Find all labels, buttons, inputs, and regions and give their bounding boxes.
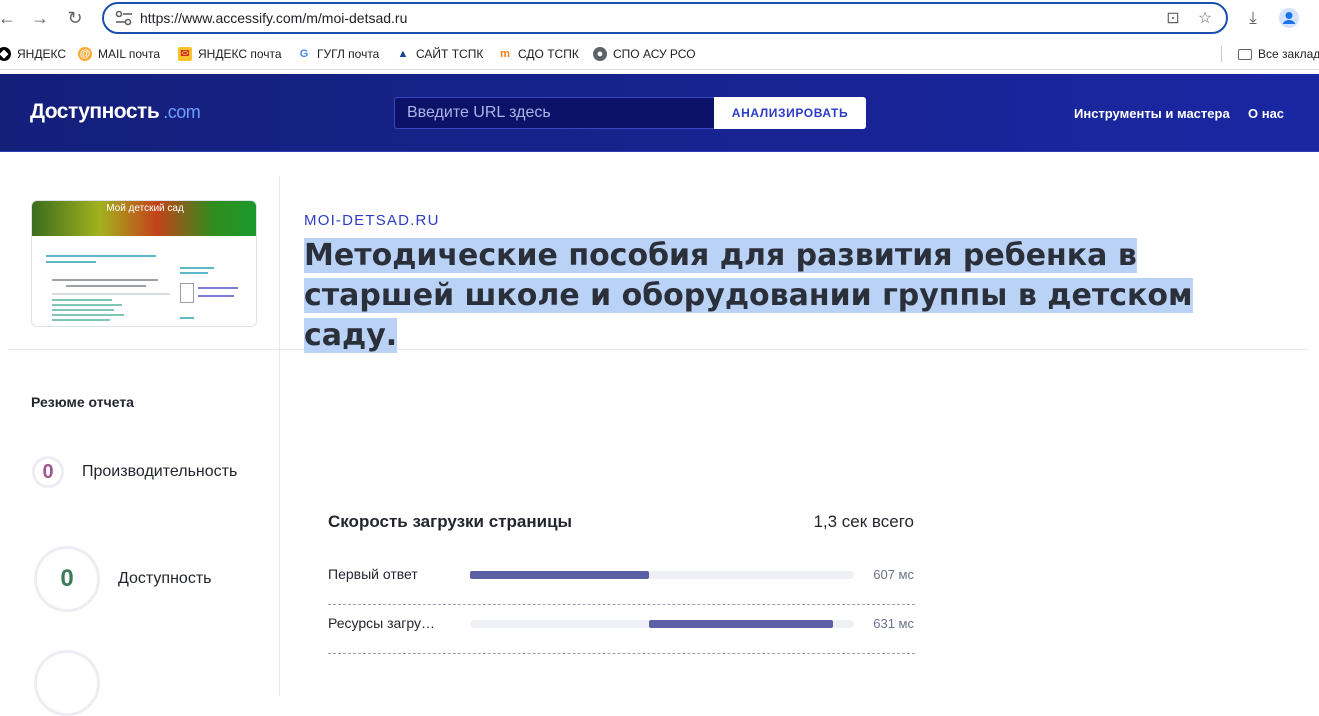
envelope-icon: ✉ [178, 47, 192, 61]
divider [1221, 46, 1222, 62]
summary-sidebar: Резюме отчета 0 Производительность 0 Дос… [8, 350, 280, 716]
speed-row-label: Ресурсы загру… [328, 615, 436, 631]
reload-icon[interactable]: ↻ [62, 6, 88, 30]
bookmark-label: ГУГЛ почта [317, 47, 380, 61]
site-settings-icon[interactable] [114, 9, 134, 27]
moodle-icon: m [500, 48, 510, 60]
speed-row[interactable]: Ресурсы загру… 631 мс [328, 605, 915, 654]
speed-row-value: 607 мс [873, 567, 914, 582]
thumbnail-column: Мой детский сад [8, 176, 280, 350]
page-title: Методические пособия для развития ребенк… [304, 236, 1294, 356]
profile-icon[interactable] [1277, 6, 1301, 30]
triangle-logo-icon: ▲ [397, 48, 409, 60]
bookmark-site-tspk[interactable]: ▲ САЙТ ТСПК [396, 45, 484, 63]
all-bookmarks-label: Все заклад [1258, 47, 1319, 61]
site-thumbnail[interactable]: Мой детский сад [31, 200, 257, 327]
speed-row-label: Первый ответ [328, 566, 418, 582]
back-icon[interactable]: ← [0, 6, 20, 30]
speed-row[interactable]: Первый ответ 607 мс [328, 556, 915, 605]
score-ring: 0 [32, 456, 64, 488]
google-icon: G [299, 48, 309, 60]
bookmark-label: СПО АСУ РСО [613, 47, 696, 61]
analyze-button[interactable]: АНАЛИЗИРОВАТЬ [714, 97, 866, 129]
report-domain[interactable]: MOI-DETSAD.RU [304, 212, 440, 229]
bookmark-label: ЯНДЕКС [17, 47, 66, 61]
report-main: Скорость загрузки страницы 1,3 сек всего… [280, 350, 1308, 696]
speed-track [470, 571, 854, 579]
all-bookmarks[interactable]: Все заклад [1238, 45, 1319, 63]
download-icon[interactable]: ⤓ [1241, 6, 1265, 30]
logo-text: Доступность [30, 100, 160, 123]
score-accessibility[interactable]: 0 Доступность [8, 546, 280, 612]
bookmark-yandex[interactable]: ◆ ЯНДЕКС [0, 45, 66, 63]
bookmark-sdo-tspk[interactable]: m СДО ТСПК [498, 45, 579, 63]
folder-icon [1238, 48, 1252, 60]
speed-fill [470, 571, 649, 579]
nav-tools-link[interactable]: Инструменты и мастера [1074, 106, 1230, 121]
url-field[interactable] [140, 8, 1040, 28]
thumbnail-title: Мой детский сад [106, 203, 184, 214]
site-header: Доступность.com АНАЛИЗИРОВАТЬ Инструмент… [0, 74, 1319, 152]
summary-title: Резюме отчета [31, 394, 134, 410]
bookmark-mail[interactable]: @ MAIL почта [78, 45, 160, 63]
bookmark-gmail[interactable]: G ГУГЛ почта [297, 45, 380, 63]
url-input[interactable] [394, 97, 714, 129]
globe-icon: ● [593, 47, 607, 61]
thumbnail-banner: Мой детский сад [32, 201, 256, 236]
forward-icon[interactable]: → [27, 6, 53, 30]
score-label: Доступность [118, 570, 212, 587]
translate-icon[interactable]: ⊡ [1162, 9, 1184, 29]
yandex-icon: ◆ [0, 47, 11, 61]
score-ring: 0 [34, 546, 100, 612]
site-logo[interactable]: Доступность .com [30, 100, 201, 124]
report-card: Мой детский сад MOI-DETSAD.RU Методическ… [8, 176, 1308, 716]
speed-title: Скорость загрузки страницы [328, 512, 573, 531]
title-column: MOI-DETSAD.RU Методические пособия для р… [280, 176, 1308, 353]
bookmark-spo-asu[interactable]: ● СПО АСУ РСО [593, 45, 696, 63]
score-ring [34, 650, 100, 716]
nav-about-link[interactable]: О нас [1248, 106, 1284, 121]
speed-track [470, 620, 854, 628]
speed-fill [648, 620, 833, 628]
score-label: Производительность [82, 463, 238, 480]
bookmark-label: MAIL почта [98, 47, 161, 61]
star-icon[interactable]: ☆ [1194, 9, 1216, 29]
page-title-text: Методические пособия для развития ребенк… [304, 238, 1193, 353]
speed-row-value: 631 мс [873, 616, 914, 631]
address-bar[interactable]: ⊡ ☆ [102, 2, 1228, 34]
bookmark-label: САЙТ ТСПК [416, 47, 484, 61]
bookmark-yandex-mail[interactable]: ✉ ЯНДЕКС почта [178, 45, 282, 63]
bookmark-label: СДО ТСПК [518, 47, 579, 61]
browser-toolbar: ← → ↻ ⊡ ☆ ⤓ [0, 0, 1319, 38]
speed-total: 1,3 сек всего [813, 512, 914, 531]
logo-suffix: .com [163, 102, 201, 122]
mail-icon: @ [78, 47, 92, 61]
bookmarks-bar: ◆ ЯНДЕКС @ MAIL почта ✉ ЯНДЕКС почта G ГУГЛ … [0, 38, 1319, 70]
score-performance[interactable]: 0 Производительность [8, 456, 280, 488]
bookmark-label: ЯНДЕКС почта [198, 47, 282, 61]
